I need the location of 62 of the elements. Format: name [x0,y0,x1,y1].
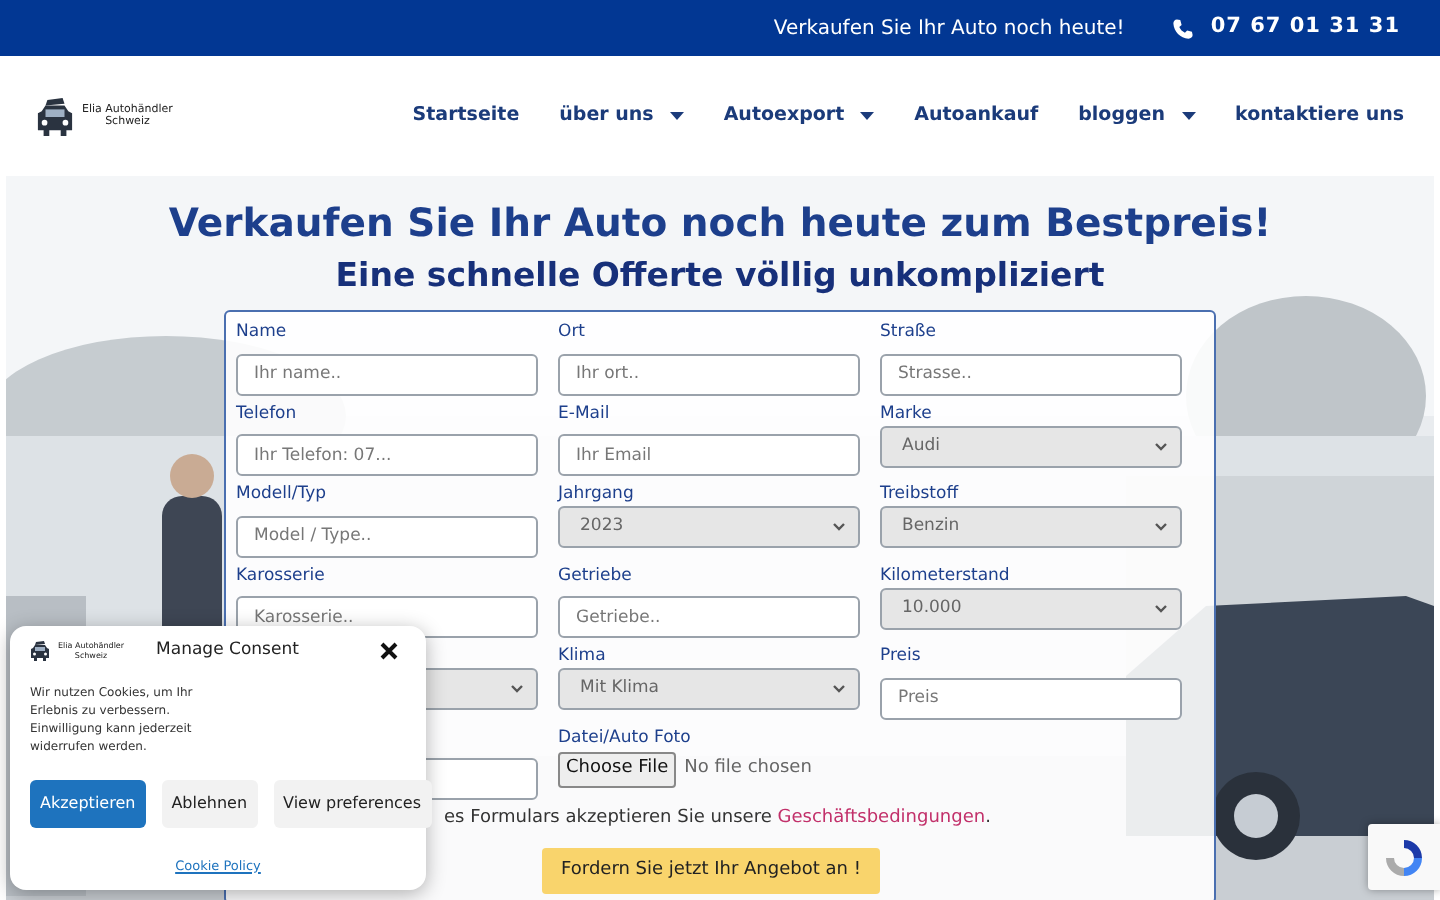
dialog-title: Manage Consent [156,638,299,664]
hero-title: Verkaufen Sie Ihr Auto noch heute zum Bestpreis! [166,200,1274,248]
chevron-icon [1154,441,1168,451]
input-field[interactable]: Ihr ort.. [558,353,860,395]
input-field[interactable]: Ihr Telefon: 07... [236,434,538,476]
hero-subtitle: Eine schnelle Offerte völlig unkompliziert [333,256,1107,296]
recaptcha-badge[interactable] [1368,824,1440,890]
field-label: Getriebe [558,563,634,587]
chevron-icon [1154,522,1168,532]
select-field[interactable]: 2023 [558,506,860,548]
slogan-text: Verkaufen Sie Ihr Auto noch heute! [773,15,1125,43]
field-label: Preis [880,644,923,668]
chevron-icon [832,684,846,694]
select-field[interactable]: Audi [880,425,1182,467]
input-field[interactable]: Ihr name.. [236,353,538,395]
input-field[interactable]: Preis [880,677,1182,719]
input-field[interactable]: Strasse.. [880,353,1182,395]
field-label: Telefon [236,401,299,425]
select-field[interactable]: 10.000 [880,587,1182,629]
choose-file-button[interactable]: Choose File [558,752,677,788]
car-icon [36,95,74,137]
field-label: Ort [558,320,588,344]
select-field[interactable]: Benzin [880,506,1182,548]
submit-button[interactable]: Fordern Sie jetzt Ihr Angebot an ! [541,847,881,894]
phone-icon [1172,17,1195,39]
nav-dropdown[interactable]: über uns [559,101,684,131]
field-label: Name [236,320,289,344]
chevron-icon [510,684,524,694]
field-label: Modell/Typ [236,482,329,506]
nav-link[interactable]: Autoankauf [914,101,1039,131]
caret-icon [669,112,684,120]
phone-number[interactable]: 07 67 01 31 31 [1210,12,1400,44]
nav-dropdown[interactable]: Autoexport [723,101,875,131]
nav-link[interactable]: Startseite [412,101,520,131]
field-label: Marke [880,401,934,425]
select-field[interactable]: Mit Klima [558,668,860,710]
caret-icon [860,112,875,120]
field-label: Karosserie [236,563,327,587]
close-icon[interactable] [380,641,398,660]
caret-icon [1181,112,1196,120]
field-label: Jahrgang [558,482,636,506]
input-field[interactable]: Ihr Email [558,434,860,476]
consent-button[interactable]: Akzeptieren [30,779,146,828]
terms-text: es Formulars akzeptieren Sie unsere Geschäftsbedingungen. [444,808,991,828]
terms-link[interactable]: Geschäftsbedingungen [777,808,986,828]
field-label: Kilometerstand [880,563,1012,587]
nav-dropdown[interactable]: bloggen [1078,101,1196,131]
field-label: E-Mail [558,401,612,425]
consent-button[interactable]: Ablehnen [161,779,258,828]
chevron-icon [1154,603,1168,613]
chevron-icon [832,522,846,532]
field-label: Treibstoff [880,482,961,506]
input-field[interactable]: Model / Type.. [236,515,538,557]
input-field[interactable]: Getriebe.. [558,596,860,638]
field-label: Datei/Auto Foto [558,725,693,749]
recaptcha-icon [1382,835,1426,879]
nav-link[interactable]: kontaktiere uns [1235,101,1404,131]
field-label: Straße [880,320,939,344]
field-label: Klima [558,644,608,668]
consent-button[interactable]: View preferences [273,779,432,828]
car-icon [30,639,50,662]
file-status: No file chosen [684,756,812,783]
